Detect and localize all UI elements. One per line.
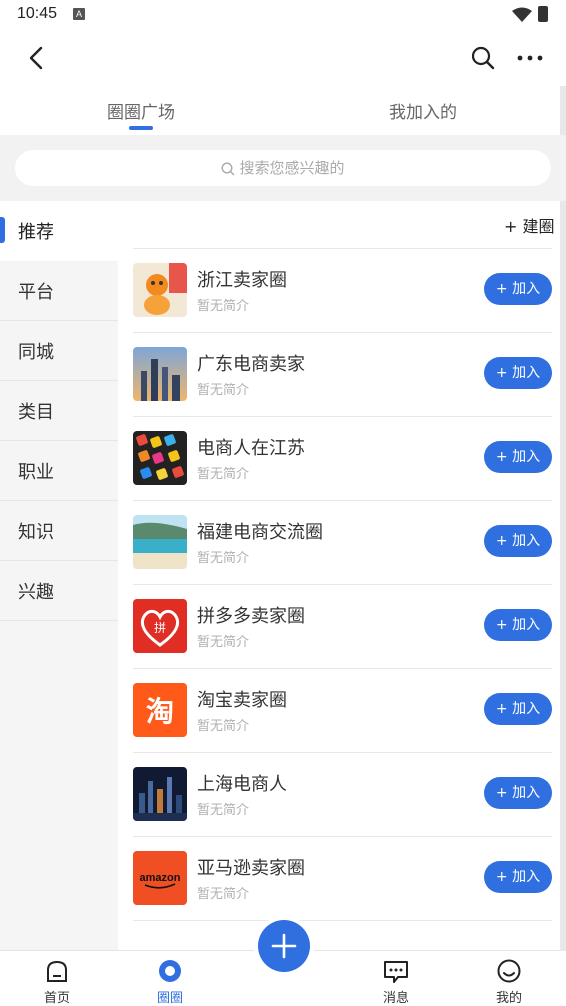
- tab-bar: 圈圈广场 我加入的: [0, 90, 566, 134]
- circle-desc: 暂无简介: [197, 383, 250, 398]
- message-icon: [384, 961, 408, 983]
- circle-item[interactable]: 福建电商交流圈 暂无简介 + 加入: [133, 501, 552, 585]
- circles-icon: [159, 960, 181, 982]
- circle-avatar: [133, 767, 187, 821]
- wifi-icon: [512, 7, 532, 22]
- join-button[interactable]: + 加入: [484, 693, 552, 725]
- battery-icon: [538, 6, 548, 22]
- circle-name: 拼多多卖家圈: [197, 606, 305, 627]
- search-button[interactable]: [470, 44, 496, 72]
- sidebar-item-label: 平台: [18, 282, 54, 303]
- circle-item[interactable]: 电商人在江苏 暂无简介 + 加入: [133, 417, 552, 501]
- notification-icon: A: [73, 8, 85, 20]
- sidebar-item-local[interactable]: 同城: [0, 321, 118, 381]
- sidebar-item-category[interactable]: 类目: [0, 381, 118, 441]
- circle-name: 浙江卖家圈: [197, 270, 287, 291]
- sidebar-item-label: 知识: [18, 522, 54, 543]
- pdd-logo-text: 拼: [154, 621, 166, 635]
- tab-joined[interactable]: 我加入的: [389, 98, 457, 123]
- sidebar-item-career[interactable]: 职业: [0, 441, 118, 501]
- circle-avatar: [133, 263, 187, 317]
- circle-name: 淘宝卖家圈: [197, 690, 287, 711]
- nav-label: 我的: [495, 991, 522, 1006]
- nav-profile[interactable]: 我的: [469, 951, 549, 1006]
- more-icon: [517, 55, 543, 61]
- circle-name: 上海电商人: [197, 774, 287, 795]
- join-button[interactable]: + 加入: [484, 273, 552, 305]
- circle-item[interactable]: 浙江卖家圈 暂无简介 + 加入: [133, 249, 552, 333]
- join-button[interactable]: + 加入: [484, 525, 552, 557]
- circle-item[interactable]: 广东电商卖家 暂无简介 + 加入: [133, 333, 552, 417]
- circle-desc: 暂无简介: [197, 635, 250, 650]
- more-button[interactable]: [515, 44, 545, 72]
- join-button[interactable]: + 加入: [484, 777, 552, 809]
- sidebar-item-recommend[interactable]: 推荐: [0, 201, 118, 261]
- circle-desc: 暂无简介: [197, 803, 250, 818]
- nav-label: 消息: [382, 991, 409, 1006]
- search-icon: [221, 161, 235, 175]
- nav-label: 圈圈: [156, 991, 183, 1006]
- sidebar-item-label: 职业: [18, 462, 54, 483]
- tab-square[interactable]: 圈圈广场: [107, 98, 175, 123]
- circle-item[interactable]: 淘 淘宝卖家圈 暂无简介 + 加入: [133, 669, 552, 753]
- sidebar-item-label: 推荐: [18, 222, 54, 243]
- circle-name: 广东电商卖家: [197, 354, 305, 375]
- circle-name: 亚马逊卖家圈: [197, 858, 305, 879]
- category-sidebar: 推荐 平台 同城 类目 职业 知识 兴趣: [0, 201, 118, 951]
- circle-item[interactable]: amazon 亚马逊卖家圈 暂无简介 + 加入: [133, 837, 552, 921]
- sidebar-item-interest[interactable]: 兴趣: [0, 561, 118, 621]
- plus-icon: [271, 933, 297, 959]
- status-bar: 10:45 A: [0, 0, 566, 30]
- circle-name: 福建电商交流圈: [197, 522, 323, 543]
- circle-desc: 暂无简介: [197, 887, 250, 902]
- nav-home[interactable]: 首页: [17, 951, 97, 1006]
- tab-indicator: [129, 126, 153, 130]
- circle-avatar: [133, 431, 187, 485]
- circle-avatar: [133, 347, 187, 401]
- circle-item[interactable]: 拼 拼多多卖家圈 暂无简介 + 加入: [133, 585, 552, 669]
- circle-name: 电商人在江苏: [197, 438, 305, 459]
- search-area: 搜索您感兴趣的: [0, 135, 566, 201]
- chevron-left-icon: [29, 46, 43, 70]
- circle-desc: 暂无简介: [197, 299, 250, 314]
- active-indicator: [0, 217, 5, 243]
- sidebar-item-knowledge[interactable]: 知识: [0, 501, 118, 561]
- taobao-logo-text: 淘: [146, 695, 174, 728]
- amazon-logo-text: amazon: [140, 872, 181, 884]
- join-button[interactable]: + 加入: [484, 441, 552, 473]
- circle-avatar: amazon: [133, 851, 187, 905]
- nav-circles[interactable]: 圈圈: [130, 951, 210, 1006]
- circle-desc: 暂无简介: [197, 467, 250, 482]
- search-placeholder: 搜索您感兴趣的: [239, 159, 345, 177]
- circle-desc: 暂无简介: [197, 551, 250, 566]
- scrollbar[interactable]: [560, 86, 566, 951]
- circle-desc: 暂无简介: [197, 719, 250, 734]
- sidebar-item-label: 兴趣: [18, 582, 54, 603]
- join-button[interactable]: + 加入: [484, 609, 552, 641]
- home-icon: [47, 960, 67, 982]
- join-button[interactable]: + 加入: [484, 357, 552, 389]
- search-icon: [471, 46, 495, 70]
- create-circle-button[interactable]: + 建圈: [504, 213, 555, 237]
- sidebar-item-label: 同城: [18, 342, 54, 363]
- add-fab-button[interactable]: [258, 920, 310, 972]
- back-button[interactable]: [24, 44, 50, 72]
- status-time: 10:45: [17, 5, 58, 22]
- join-button[interactable]: + 加入: [484, 861, 552, 893]
- circle-avatar: 拼: [133, 599, 187, 653]
- nav-messages[interactable]: 消息: [356, 951, 436, 1006]
- nav-label: 首页: [43, 991, 70, 1006]
- circle-avatar: 淘: [133, 683, 187, 737]
- circle-item[interactable]: 上海电商人 暂无简介 + 加入: [133, 753, 552, 837]
- sidebar-item-label: 类目: [18, 402, 54, 423]
- circle-avatar: [133, 515, 187, 569]
- search-input[interactable]: 搜索您感兴趣的: [15, 150, 551, 186]
- smile-icon: [497, 959, 521, 983]
- sidebar-item-platform[interactable]: 平台: [0, 261, 118, 321]
